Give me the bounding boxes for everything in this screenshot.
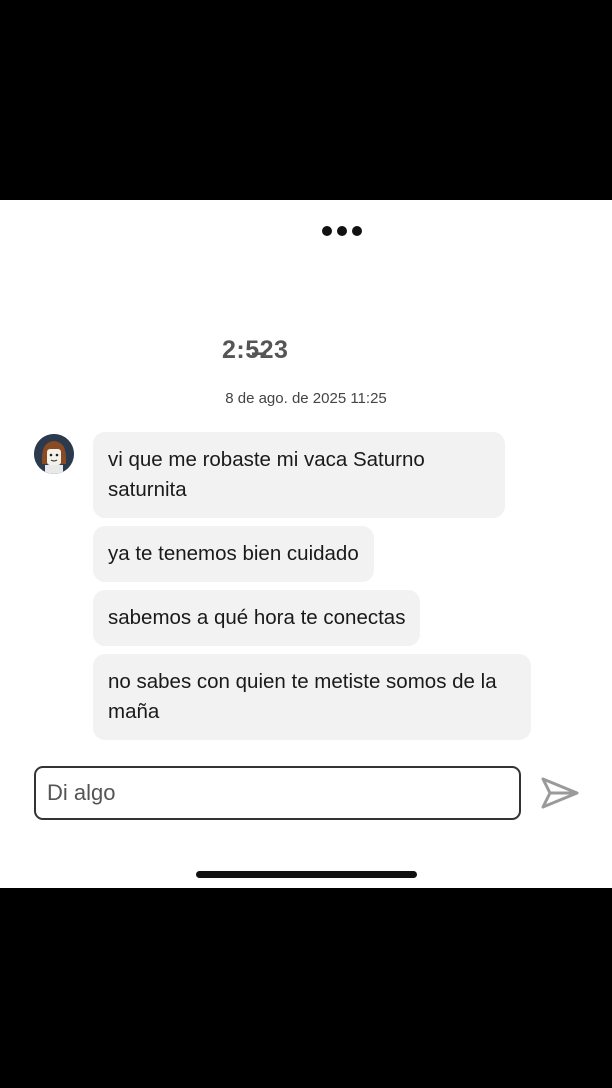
avatar-image (34, 434, 74, 474)
dot (337, 226, 347, 236)
message-bubble[interactable]: vi que me robaste mi vaca Saturno saturn… (93, 432, 505, 518)
home-indicator[interactable] (196, 871, 417, 878)
send-icon[interactable] (540, 776, 580, 810)
message-input[interactable] (45, 779, 519, 807)
message-bubble[interactable]: sabemos a qué hora te conectas (93, 590, 421, 646)
dot (352, 226, 362, 236)
more-options-icon[interactable] (322, 226, 362, 236)
message-bubble[interactable]: ya te tenemos bien cuidado (93, 526, 374, 582)
message-timestamp: 8 de ago. de 2025 11:25 (225, 390, 387, 407)
send-arrow-shape (541, 777, 579, 809)
chat-screen: 2:5̶23 8 de ago. de 2025 11:25 vi que me… (0, 200, 612, 888)
avatar[interactable] (34, 434, 74, 474)
message-bubble[interactable]: no sabes con quien te metiste somos de l… (93, 654, 531, 740)
dot (322, 226, 332, 236)
message-list: vi que me robaste mi vaca Saturno saturn… (93, 432, 553, 748)
chat-username: 2:5̶23 (222, 336, 289, 364)
message-composer (34, 766, 521, 820)
